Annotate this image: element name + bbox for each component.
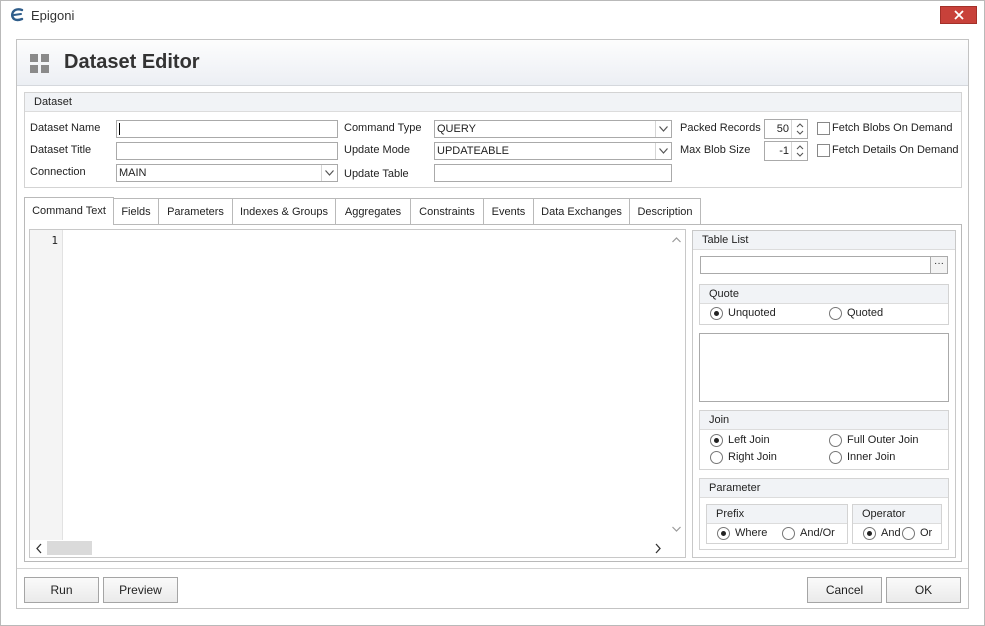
chevron-down-icon xyxy=(659,126,668,132)
parameter-group-title: Parameter xyxy=(700,479,948,498)
full-outer-join-label[interactable]: Full Outer Join xyxy=(847,434,919,446)
update-mode-value: UPDATEABLE xyxy=(437,145,509,157)
operator-group-title: Operator xyxy=(853,505,941,524)
or-label[interactable]: Or xyxy=(920,527,932,539)
tab-events[interactable]: Events xyxy=(483,198,534,224)
and-label[interactable]: And xyxy=(881,527,901,539)
unquoted-radio[interactable] xyxy=(710,307,723,320)
footer-divider xyxy=(17,568,968,569)
left-join-radio[interactable] xyxy=(710,434,723,447)
update-mode-label: Update Mode xyxy=(344,144,411,156)
packed-records-value: 50 xyxy=(776,123,789,135)
tab-fields[interactable]: Fields xyxy=(113,198,159,224)
line-number: 1 xyxy=(51,234,58,247)
chevron-down-icon xyxy=(659,148,668,154)
text-cursor xyxy=(119,123,120,136)
max-blob-stepper[interactable]: -1 xyxy=(764,141,808,161)
and-or-radio[interactable] xyxy=(782,527,795,540)
table-list-box[interactable] xyxy=(699,333,949,402)
command-text-editor[interactable] xyxy=(29,229,686,558)
update-table-label: Update Table xyxy=(344,168,409,180)
table-list-title: Table List xyxy=(693,231,955,250)
tab-indexes-groups[interactable]: Indexes & Groups xyxy=(232,198,336,224)
inner-join-label[interactable]: Inner Join xyxy=(847,451,895,463)
dataset-title-input[interactable] xyxy=(116,142,338,160)
tab-constraints[interactable]: Constraints xyxy=(410,198,484,224)
tab-command-text[interactable]: Command Text xyxy=(24,197,114,225)
where-label[interactable]: Where xyxy=(735,527,767,539)
close-button[interactable] xyxy=(940,6,977,24)
preview-button[interactable]: Preview xyxy=(103,577,178,603)
page-title: Dataset Editor xyxy=(64,51,200,73)
quote-group-title: Quote xyxy=(700,285,948,304)
and-radio[interactable] xyxy=(863,527,876,540)
scroll-arrows-icon xyxy=(672,237,681,532)
horizontal-scrollbar[interactable] xyxy=(30,540,668,557)
fetch-details-checkbox[interactable] xyxy=(817,144,830,157)
scroll-arrows-icon xyxy=(36,543,661,554)
dataset-title-label: Dataset Title xyxy=(30,144,92,156)
horizontal-scroll-thumb[interactable] xyxy=(47,541,92,555)
and-or-label[interactable]: And/Or xyxy=(800,527,835,539)
line-number-gutter xyxy=(30,230,63,541)
packed-records-stepper[interactable]: 50 xyxy=(764,119,808,139)
tab-description[interactable]: Description xyxy=(629,198,701,224)
dataset-name-label: Dataset Name xyxy=(30,122,101,134)
update-mode-dropdown-button[interactable] xyxy=(655,143,671,159)
command-type-select[interactable]: QUERY xyxy=(434,120,672,138)
cancel-button[interactable]: Cancel xyxy=(807,577,882,603)
quoted-radio[interactable] xyxy=(829,307,842,320)
window-title: Epigoni xyxy=(31,8,75,23)
packed-records-label: Packed Records xyxy=(680,122,761,134)
command-type-dropdown-button[interactable] xyxy=(655,121,671,137)
command-type-value: QUERY xyxy=(437,123,476,135)
tab-aggregates[interactable]: Aggregates xyxy=(335,198,411,224)
stepper-arrows[interactable] xyxy=(791,120,807,138)
run-button[interactable]: Run xyxy=(24,577,99,603)
inner-join-radio[interactable] xyxy=(829,451,842,464)
prefix-group-title: Prefix xyxy=(707,505,847,524)
grid-icon xyxy=(30,54,50,74)
update-mode-select[interactable]: UPDATEABLE xyxy=(434,142,672,160)
quoted-label[interactable]: Quoted xyxy=(847,307,883,319)
left-join-label[interactable]: Left Join xyxy=(728,434,770,446)
fetch-blobs-checkbox[interactable] xyxy=(817,122,830,135)
connection-dropdown-button[interactable] xyxy=(321,165,337,181)
table-list-input[interactable] xyxy=(700,256,931,274)
join-group-title: Join xyxy=(700,411,948,430)
command-type-label: Command Type xyxy=(344,122,422,134)
tab-parameters[interactable]: Parameters xyxy=(158,198,233,224)
right-join-radio[interactable] xyxy=(710,451,723,464)
ok-button[interactable]: OK xyxy=(886,577,961,603)
spin-arrows-icon xyxy=(796,123,804,135)
dataset-group-title: Dataset xyxy=(25,93,961,112)
connection-select[interactable]: MAIN xyxy=(116,164,338,182)
title-bar xyxy=(1,1,984,29)
close-icon xyxy=(954,10,964,20)
connection-value: MAIN xyxy=(119,167,147,179)
tab-data-exchanges[interactable]: Data Exchanges xyxy=(533,198,630,224)
connection-label: Connection xyxy=(30,166,86,178)
browse-button[interactable]: ··· xyxy=(930,256,948,274)
stepper-arrows[interactable] xyxy=(791,142,807,160)
spin-arrows-icon xyxy=(796,145,804,157)
fetch-details-label[interactable]: Fetch Details On Demand xyxy=(832,144,959,156)
vertical-scrollbar[interactable] xyxy=(668,230,685,541)
max-blob-value: -1 xyxy=(779,145,789,157)
right-join-label[interactable]: Right Join xyxy=(728,451,777,463)
fetch-blobs-label[interactable]: Fetch Blobs On Demand xyxy=(832,122,952,134)
max-blob-label: Max Blob Size xyxy=(680,144,751,156)
unquoted-label[interactable]: Unquoted xyxy=(728,307,776,319)
where-radio[interactable] xyxy=(717,527,730,540)
update-table-input[interactable] xyxy=(434,164,672,182)
chevron-down-icon xyxy=(325,170,334,176)
epigoni-logo-icon xyxy=(9,7,25,23)
or-radio[interactable] xyxy=(902,527,915,540)
full-outer-join-radio[interactable] xyxy=(829,434,842,447)
dataset-name-input[interactable] xyxy=(116,120,338,138)
